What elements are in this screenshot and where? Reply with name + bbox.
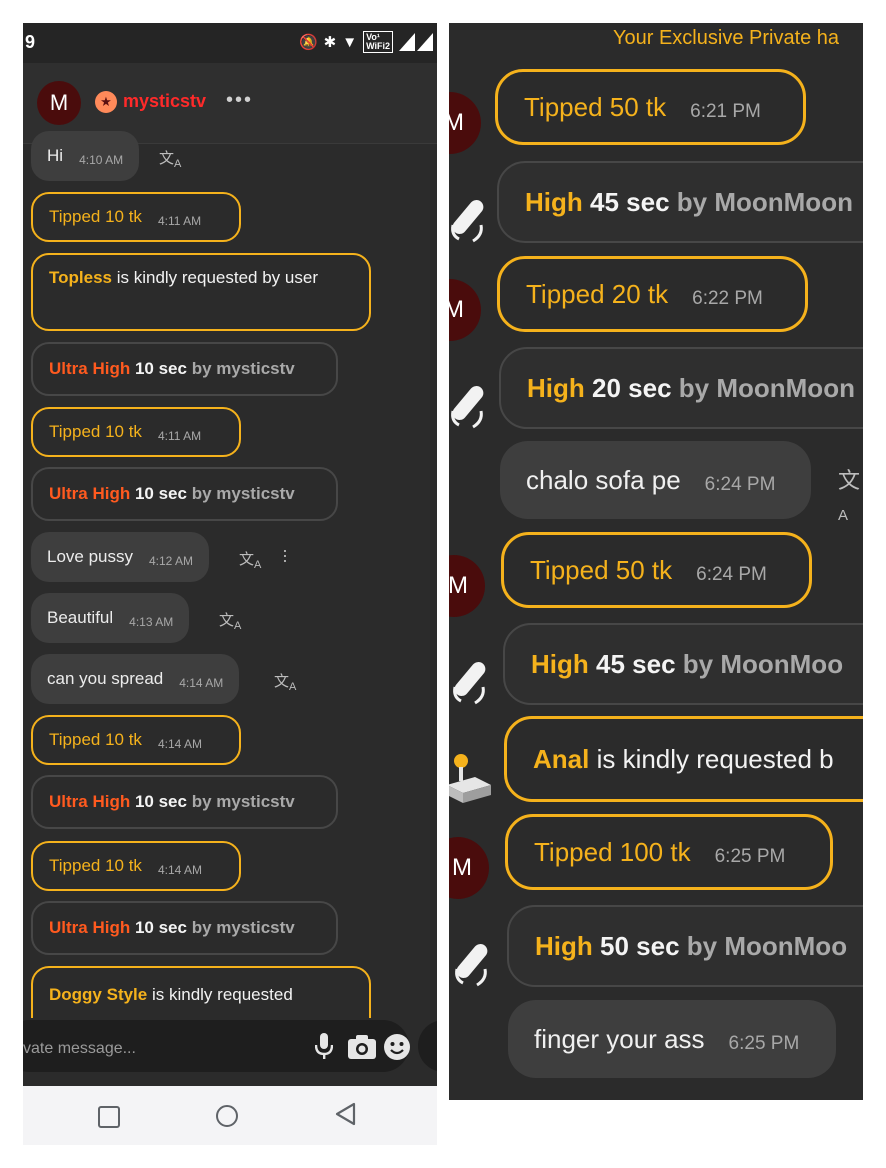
- user-avatar[interactable]: M: [37, 81, 81, 125]
- chat-username[interactable]: mysticstv: [123, 91, 206, 112]
- chat-screen-right: Your Exclusive Private ha M Tipped 50 tk…: [449, 23, 863, 1100]
- camera-icon[interactable]: [347, 1034, 377, 1067]
- back-button[interactable]: [334, 1102, 356, 1126]
- signal-icon: [399, 33, 433, 51]
- avatar: M: [449, 555, 485, 617]
- avatar: M: [449, 279, 481, 341]
- message-input-placeholder: vate message...: [23, 1040, 136, 1057]
- tip-message: Tipped 50 tk 6:24 PM: [501, 532, 812, 608]
- tip-message: Tipped 100 tk 6:25 PM: [505, 814, 833, 890]
- mute-bell-icon: 🔕: [298, 34, 318, 51]
- tip-message: Tipped 10 tk 4:14 AM: [31, 715, 241, 765]
- vibration-icon: [453, 662, 486, 705]
- chat-message[interactable]: Love pussy 4:12 AM: [31, 532, 210, 582]
- emoji-icon[interactable]: [383, 1033, 411, 1068]
- vibration-message: High 45 sec by MoonMoon: [497, 161, 863, 243]
- vibration-icon: [451, 200, 484, 243]
- chat-screen-left: 9 🔕 ✱ ▼ Vo¹ WiFi2 M ★ mysticstv ••• Hi 4:1…: [23, 23, 437, 1086]
- status-bar: 9 🔕 ✱ ▼ Vo¹ WiFi2: [23, 23, 437, 63]
- joystick-icon: [449, 754, 491, 803]
- request-message: Topless is kindly requested by user: [31, 253, 371, 331]
- status-icons: 🔕 ✱ ▼ Vo¹ WiFi2: [299, 31, 433, 53]
- avatar: M: [449, 837, 489, 899]
- vibration-message: High 50 sec by MoonMoo: [507, 905, 863, 987]
- vibration-icon: [451, 386, 484, 429]
- tip-message: Tipped 10 tk 4:11 AM: [31, 407, 241, 457]
- translate-icon[interactable]: 文A: [159, 147, 181, 170]
- more-options-icon[interactable]: •••: [226, 89, 253, 112]
- vibration-message: High 45 sec by MoonMoo: [503, 623, 863, 705]
- vibration-message: Ultra High 10 sec by mysticstv: [31, 901, 338, 955]
- avatar: M: [449, 92, 481, 154]
- tip-message: Tipped 10 tk 4:11 AM: [31, 192, 241, 242]
- message-input-area: vate message...: [23, 1018, 437, 1086]
- message-input[interactable]: vate message...: [23, 1020, 411, 1072]
- translate-icon[interactable]: 文A: [274, 670, 296, 693]
- chat-message[interactable]: chalo sofa pe 6:24 PM: [500, 441, 811, 519]
- vibration-message: Ultra High 10 sec by mysticstv: [31, 467, 338, 521]
- vibration-message: High 20 sec by MoonMoon: [499, 347, 863, 429]
- wifi-calling-badge: Vo¹ WiFi2: [363, 31, 393, 53]
- chat-message[interactable]: Hi 4:10 AM: [31, 131, 140, 181]
- bluetooth-icon: ✱: [323, 34, 337, 51]
- translate-icon[interactable]: 文A: [838, 463, 863, 524]
- microphone-icon[interactable]: [314, 1032, 334, 1067]
- private-banner: Your Exclusive Private ha: [613, 27, 840, 49]
- chat-message[interactable]: can you spread 4:14 AM: [31, 654, 240, 704]
- chat-message[interactable]: finger your ass 6:25 PM: [508, 1000, 836, 1078]
- tip-message: Tipped 20 tk 6:22 PM: [497, 256, 808, 332]
- translate-icon[interactable]: 文A: [239, 548, 261, 571]
- send-button[interactable]: [418, 1020, 437, 1072]
- vibration-icon: [455, 944, 488, 987]
- message-menu-icon[interactable]: · · ·: [282, 541, 288, 569]
- request-message: Anal is kindly requested b: [504, 716, 863, 802]
- tip-message: Tipped 10 tk 4:14 AM: [31, 841, 241, 891]
- vibration-message: Ultra High 10 sec by mysticstv: [31, 342, 338, 396]
- translate-icon[interactable]: 文A: [219, 609, 241, 632]
- wifi-icon: ▼: [342, 33, 358, 51]
- system-nav-bar: [23, 1086, 437, 1145]
- status-time: 9: [25, 32, 36, 52]
- tip-message: Tipped 50 tk 6:21 PM: [495, 69, 806, 145]
- home-button[interactable]: [216, 1105, 238, 1127]
- recents-button[interactable]: [98, 1106, 120, 1128]
- star-icon: ★: [95, 91, 117, 113]
- chat-message[interactable]: Beautiful 4:13 AM: [31, 593, 190, 643]
- vibration-message: Ultra High 10 sec by mysticstv: [31, 775, 338, 829]
